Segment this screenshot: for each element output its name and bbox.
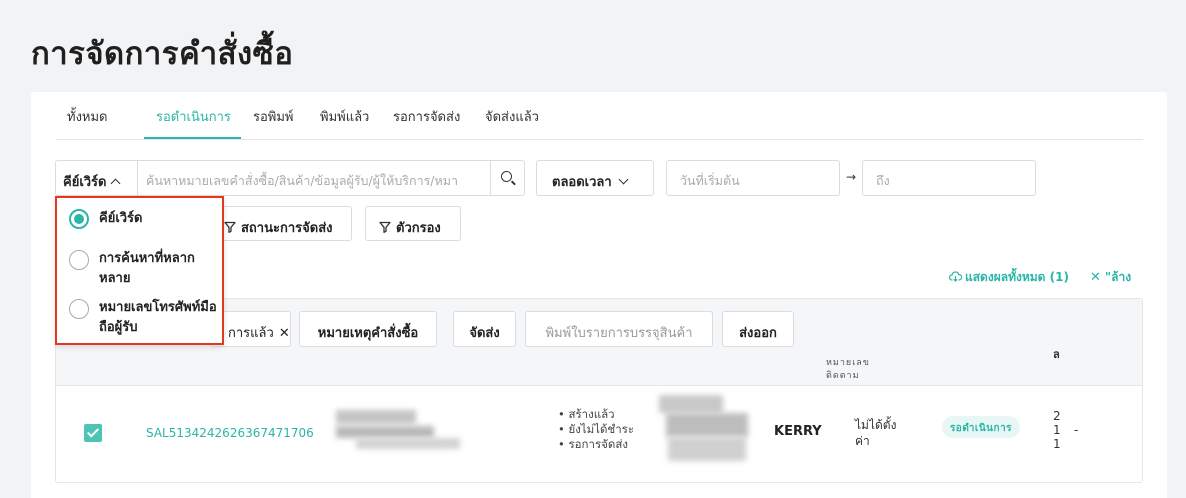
tab-to-print[interactable]: รอพิมพ์ bbox=[253, 106, 294, 127]
funnel-icon bbox=[224, 221, 236, 233]
tab-printed[interactable]: พิมพ์แล้ว bbox=[320, 106, 369, 127]
keyword-type-dropdown: คีย์เวิร์ด การค้นหาที่หลากหลาย หมายเลขโท… bbox=[55, 196, 224, 345]
chevron-up-icon bbox=[111, 178, 121, 189]
tab-to-ship[interactable]: รอการจัดส่ง bbox=[393, 106, 460, 127]
dash-value: - bbox=[1074, 423, 1079, 437]
status-tabs: ทั้งหมด รอดำเนินการ รอพิมพ์ พิมพ์แล้ว รอ… bbox=[56, 92, 1143, 140]
order-note-button[interactable]: หมายเหตุคำสั่งซื้อ bbox=[299, 311, 437, 347]
last-value: 1 bbox=[1053, 423, 1061, 437]
order-id-link[interactable]: SAL5134242626367471706 bbox=[146, 426, 314, 440]
last-value: 2 bbox=[1053, 409, 1061, 423]
tracking-value-line2: ค่า bbox=[855, 434, 870, 448]
status-item: ยังไม่ได้ชำระ bbox=[558, 422, 634, 437]
courier-name: KERRY bbox=[774, 424, 822, 439]
filter-label: ตัวกรอง bbox=[396, 221, 441, 236]
last-column-values: 2 1 1 bbox=[1053, 409, 1061, 451]
keyword-search-group: คีย์เวิร์ด ค้นหาหมายเลขคำสั่งซื้อ/สินค้า… bbox=[55, 160, 525, 196]
last-value: 1 bbox=[1053, 437, 1061, 451]
shipping-status-label: สถานะการจัดส่ง bbox=[241, 221, 333, 236]
close-icon: ✕ bbox=[1090, 270, 1101, 285]
end-date-input[interactable]: ถึง bbox=[862, 160, 1036, 196]
clear-label: "ล้าง bbox=[1104, 270, 1132, 284]
page-title: การจัดการคำสั่งซื้อ bbox=[31, 36, 294, 72]
keyword-type-button[interactable]: คีย์เวิร์ด bbox=[56, 161, 138, 195]
tracking-value: ไม่ได้ตั้ง ค่า bbox=[855, 417, 896, 449]
order-status-list: สร้างแล้ว ยังไม่ได้ชำระ รอการจัดส่ง bbox=[558, 407, 634, 452]
chevron-down-icon bbox=[618, 174, 629, 185]
search-input[interactable]: ค้นหาหมายเลขคำสั่งซื้อ/สินค้า/ข้อมูลผู้ร… bbox=[146, 171, 491, 191]
cloud-refresh-icon bbox=[948, 271, 963, 282]
keyword-type-label: คีย์เวิร์ด bbox=[63, 175, 107, 190]
clear-button[interactable]: ✕ "ล้าง bbox=[1090, 268, 1131, 287]
radio-selected-icon[interactable] bbox=[69, 209, 89, 229]
tab-all[interactable]: ทั้งหมด bbox=[67, 106, 108, 127]
print-packing-list-button[interactable]: พิมพ์ใบรายการบรรจุสินค้า bbox=[525, 311, 713, 347]
search-button[interactable] bbox=[490, 161, 524, 195]
time-range-dropdown[interactable]: ตลอดเวลา bbox=[536, 160, 654, 196]
filter-button[interactable]: ตัวกรอง bbox=[365, 206, 461, 241]
option-label: หมายเลขโทรศัพท์มือถือผู้รับ bbox=[99, 300, 217, 335]
row-checkbox[interactable] bbox=[84, 424, 102, 442]
funnel-icon bbox=[379, 221, 391, 233]
tab-pending[interactable]: รอดำเนินการ bbox=[156, 106, 231, 127]
status-badge: รอดำเนินการ bbox=[942, 416, 1020, 438]
start-date-input[interactable]: วันที่เริ่มต้น bbox=[666, 160, 840, 196]
last-column-header: ล bbox=[1053, 348, 1060, 361]
radio-icon[interactable] bbox=[69, 250, 89, 270]
tab-shipped[interactable]: จัดส่งแล้ว bbox=[485, 106, 539, 127]
tracking-value-line1: ไม่ได้ตั้ง bbox=[855, 418, 897, 432]
radio-icon[interactable] bbox=[69, 299, 89, 319]
option-label: การค้นหาที่หลากหลาย bbox=[99, 251, 195, 286]
tracking-header-line2: ติดตาม bbox=[826, 371, 860, 381]
time-range-label: ตลอดเวลา bbox=[552, 175, 612, 190]
export-button[interactable]: ส่งออก bbox=[722, 311, 794, 347]
active-tab-indicator bbox=[144, 137, 241, 139]
status-item: สร้างแล้ว bbox=[558, 407, 634, 422]
ship-button[interactable]: จัดส่ง bbox=[453, 311, 516, 347]
active-filter-label: การแล้ว bbox=[228, 326, 274, 341]
tracking-column-header: หมายเลข ติดตาม bbox=[826, 357, 870, 383]
arrow-right-icon: → bbox=[846, 170, 857, 184]
close-icon[interactable]: ✕ bbox=[279, 326, 290, 341]
tracking-header-line1: หมายเลข bbox=[826, 358, 870, 368]
status-item: รอการจัดส่ง bbox=[558, 437, 634, 452]
show-all-link[interactable]: แสดงผลทั้งหมด (1) bbox=[948, 268, 1069, 287]
shipping-status-filter-button[interactable]: สถานะการจัดส่ง bbox=[213, 206, 352, 241]
show-all-label: แสดงผลทั้งหมด (1) bbox=[965, 270, 1069, 284]
option-label: คีย์เวิร์ด bbox=[99, 211, 143, 226]
